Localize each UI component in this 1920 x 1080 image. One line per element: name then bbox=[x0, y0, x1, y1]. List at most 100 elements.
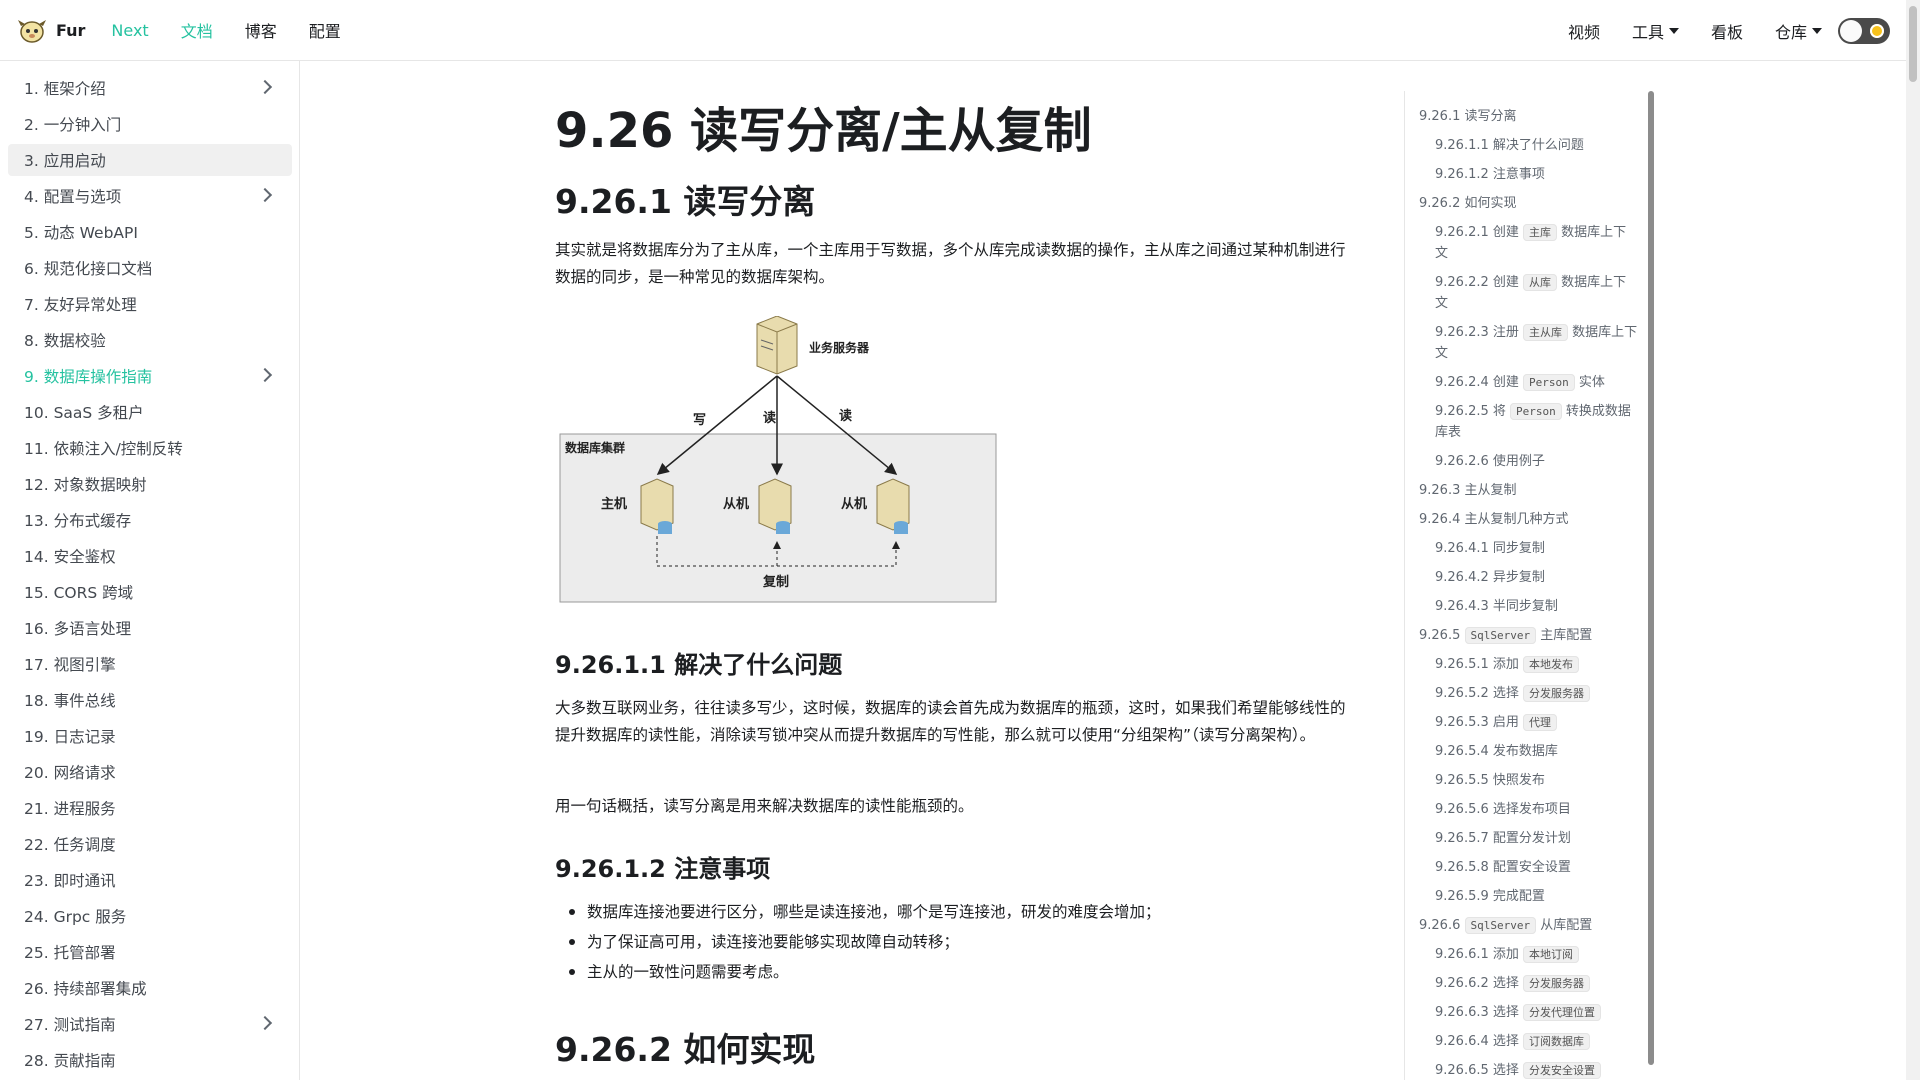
sidebar-item[interactable]: 4. 配置与选项 bbox=[8, 180, 292, 212]
sidebar-item[interactable]: 10. SaaS 多租户 bbox=[8, 396, 292, 428]
toc-text: 9.26.2.5 将 bbox=[1435, 404, 1506, 419]
nav-repo-label: 仓库 bbox=[1774, 22, 1807, 42]
sidebar-item[interactable]: 5. 动态 WebAPI bbox=[8, 216, 292, 248]
nav-blog[interactable]: 博客 bbox=[245, 18, 277, 42]
sidebar-item[interactable]: 28. 贡献指南 bbox=[8, 1044, 292, 1076]
sidebar-item[interactable]: 3. 应用启动 bbox=[8, 144, 292, 176]
sidebar-item[interactable]: 27. 测试指南 bbox=[8, 1008, 292, 1040]
nav-docs[interactable]: 文档 bbox=[181, 18, 213, 42]
sidebar-item[interactable]: 17. 视图引擎 bbox=[8, 648, 292, 680]
sidebar-item-label: 12. 对象数据映射 bbox=[24, 476, 147, 494]
sidebar-item[interactable]: 22. 任务调度 bbox=[8, 828, 292, 860]
sidebar-item[interactable]: 19. 日志记录 bbox=[8, 720, 292, 752]
sidebar-item-label: 8. 数据校验 bbox=[24, 332, 106, 350]
list-item: 主从的一致性问题需要考虑。 bbox=[555, 957, 1161, 987]
brand-link[interactable]: Fur bbox=[16, 14, 85, 46]
sidebar-item-label: 24. Grpc 服务 bbox=[24, 908, 127, 926]
sidebar-item-label: 17. 视图引擎 bbox=[24, 656, 116, 674]
sidebar-item[interactable]: 13. 分布式缓存 bbox=[8, 504, 292, 536]
heading-notes: 9.26.1.2 注意事项 bbox=[555, 855, 771, 883]
toc-text: 9.26.6.5 选择 bbox=[1435, 1063, 1519, 1078]
toc-link[interactable]: 9.26.1.2 注意事项 bbox=[1435, 164, 1545, 185]
sidebar-item[interactable]: 26. 持续部署集成 bbox=[8, 972, 292, 1004]
sidebar-item[interactable]: 8. 数据校验 bbox=[8, 324, 292, 356]
fur-logo-icon bbox=[18, 20, 46, 43]
toc-code: Person bbox=[1523, 374, 1575, 391]
page-scrollbar-thumb[interactable] bbox=[1909, 6, 1917, 82]
toc-link[interactable]: 9.26.5 SqlServer 主库配置 bbox=[1419, 625, 1592, 646]
sidebar-item[interactable]: 14. 安全鉴权 bbox=[8, 540, 292, 572]
toc-code: SqlServer bbox=[1464, 917, 1537, 934]
toc-link[interactable]: 9.26.5.6 选择发布项目 bbox=[1435, 799, 1571, 820]
toc-link[interactable]: 9.26.1 读写分离 bbox=[1419, 106, 1516, 127]
chevron-right-icon[interactable] bbox=[257, 187, 273, 203]
toc-link[interactable]: 9.26.1.1 解决了什么问题 bbox=[1435, 135, 1584, 156]
sidebar-item[interactable]: 6. 规范化接口文档 bbox=[8, 252, 292, 284]
sidebar-item[interactable]: 23. 即时通讯 bbox=[8, 864, 292, 896]
toc-link[interactable]: 9.26.2.2 创建 从库 数据库上下文 bbox=[1435, 272, 1635, 314]
toc-link[interactable]: 9.26.6.3 选择 分发代理位置 bbox=[1435, 1002, 1602, 1023]
toc-link[interactable]: 9.26.5.1 添加 本地发布 bbox=[1435, 654, 1580, 675]
toc-link[interactable]: 9.26.3 主从复制 bbox=[1419, 480, 1516, 501]
chevron-right-icon[interactable] bbox=[257, 1015, 273, 1031]
toc-link[interactable]: 9.26.4 主从复制几种方式 bbox=[1419, 509, 1568, 530]
sidebar-item-label: 25. 托管部署 bbox=[24, 944, 116, 962]
nav-tools-label: 工具 bbox=[1631, 22, 1664, 42]
list-item: 为了保证高可用，读连接池要能够实现故障自动转移； bbox=[555, 927, 1161, 957]
toc-link[interactable]: 9.26.6.1 添加 本地订阅 bbox=[1435, 944, 1580, 965]
toc-link[interactable]: 9.26.5.9 完成配置 bbox=[1435, 886, 1545, 907]
nav-board[interactable]: 看板 bbox=[1711, 19, 1743, 43]
sidebar-item[interactable]: 25. 托管部署 bbox=[8, 936, 292, 968]
toc-code: 代理 bbox=[1523, 714, 1558, 731]
page-scrollbar[interactable] bbox=[1906, 0, 1920, 1080]
toc-link[interactable]: 9.26.2.3 注册 主从库 数据库上下文 bbox=[1435, 322, 1645, 364]
toc-link[interactable]: 9.26.5.2 选择 分发服务器 bbox=[1435, 683, 1591, 704]
toc-link[interactable]: 9.26.2.1 创建 主库 数据库上下文 bbox=[1435, 222, 1635, 264]
sidebar-item[interactable]: 11. 依赖注入/控制反转 bbox=[8, 432, 292, 464]
toc-link[interactable]: 9.26.5.5 快照发布 bbox=[1435, 770, 1545, 791]
sidebar-item[interactable]: 24. Grpc 服务 bbox=[8, 900, 292, 932]
sidebar-item[interactable]: 1. 框架介绍 bbox=[8, 72, 292, 104]
sidebar-item[interactable]: 20. 网络请求 bbox=[8, 756, 292, 788]
toc-link[interactable]: 9.26.5.7 配置分发计划 bbox=[1435, 828, 1571, 849]
sidebar-item[interactable]: 7. 友好异常处理 bbox=[8, 288, 292, 320]
toc-link[interactable]: 9.26.6 SqlServer 从库配置 bbox=[1419, 915, 1592, 936]
sidebar-item[interactable]: 18. 事件总线 bbox=[8, 684, 292, 716]
sidebar-item[interactable]: 12. 对象数据映射 bbox=[8, 468, 292, 500]
toc-link[interactable]: 9.26.4.1 同步复制 bbox=[1435, 538, 1545, 559]
sidebar-item-label: 20. 网络请求 bbox=[24, 764, 116, 782]
label-slave: 从机 bbox=[841, 496, 867, 512]
sidebar-item-label: 27. 测试指南 bbox=[24, 1016, 116, 1034]
toc-link[interactable]: 9.26.5.3 启用 代理 bbox=[1435, 712, 1558, 733]
toc-scrollbar[interactable] bbox=[1648, 91, 1654, 1065]
toc-link[interactable]: 9.26.2 如何实现 bbox=[1419, 193, 1516, 214]
toc-link[interactable]: 9.26.2.6 使用例子 bbox=[1435, 451, 1545, 472]
toc-link[interactable]: 9.26.4.2 异步复制 bbox=[1435, 567, 1545, 588]
sidebar-item[interactable]: 16. 多语言处理 bbox=[8, 612, 292, 644]
toc-link[interactable]: 9.26.6.2 选择 分发服务器 bbox=[1435, 973, 1591, 994]
toc-link[interactable]: 9.26.6.4 选择 订阅数据库 bbox=[1435, 1031, 1591, 1052]
sidebar-item-current[interactable]: 9. 数据库操作指南 bbox=[8, 360, 292, 392]
sidebar-item[interactable]: 21. 进程服务 bbox=[8, 792, 292, 824]
sidebar-item-label: 5. 动态 WebAPI bbox=[24, 224, 138, 242]
toc-code: 从库 bbox=[1523, 274, 1558, 291]
sidebar-item[interactable]: 2. 一分钟入门 bbox=[8, 108, 292, 140]
sidebar-item-label: 14. 安全鉴权 bbox=[24, 548, 116, 566]
nav-video[interactable]: 视频 bbox=[1568, 19, 1600, 43]
nav-config[interactable]: 配置 bbox=[309, 18, 341, 42]
nav-repo-dropdown[interactable]: 仓库 bbox=[1775, 19, 1822, 43]
toc-link[interactable]: 9.26.4.3 半同步复制 bbox=[1435, 596, 1558, 617]
toc-link[interactable]: 9.26.2.5 将 Person 转换成数据 库表 bbox=[1435, 401, 1635, 443]
nav-tools-dropdown[interactable]: 工具 bbox=[1632, 19, 1679, 43]
chevron-right-icon[interactable] bbox=[257, 79, 273, 95]
toc-link[interactable]: 9.26.5.4 发布数据库 bbox=[1435, 741, 1558, 762]
toc-link[interactable]: 9.26.5.8 配置安全设置 bbox=[1435, 857, 1571, 878]
cluster-label: 数据库集群 bbox=[565, 440, 625, 455]
chevron-right-icon[interactable] bbox=[257, 367, 273, 383]
theme-toggle[interactable] bbox=[1838, 17, 1890, 44]
toc-link[interactable]: 9.26.2.4 创建 Person 实体 bbox=[1435, 372, 1645, 393]
sidebar-item[interactable]: 15. CORS 跨域 bbox=[8, 576, 292, 608]
nav-next[interactable]: Next bbox=[111, 21, 148, 40]
sidebar-item-label: 28. 贡献指南 bbox=[24, 1052, 116, 1070]
toc-link[interactable]: 9.26.6.5 选择 分发安全设置 bbox=[1435, 1060, 1602, 1080]
